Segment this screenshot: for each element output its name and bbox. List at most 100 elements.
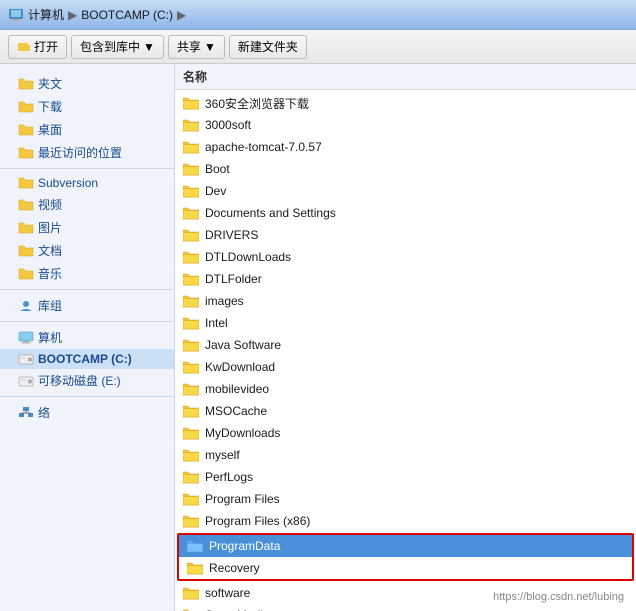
file-item-myself[interactable]: myself [175, 444, 636, 466]
folder-icon [18, 267, 34, 281]
share-button[interactable]: 共享 ▼ [168, 35, 225, 59]
sidebar-item-bootcamp[interactable]: BOOTCAMP (C:) [0, 349, 174, 369]
folder-icon [183, 184, 199, 198]
file-name: DTLFolder [205, 272, 262, 286]
folder-icon [187, 539, 203, 553]
file-item-recovery[interactable]: Recovery [179, 557, 632, 579]
file-name: software [205, 586, 250, 600]
file-name: MyDownloads [205, 426, 280, 440]
file-item-mobilevideo[interactable]: mobilevideo [175, 378, 636, 400]
file-item-kwdownload[interactable]: KwDownload [175, 356, 636, 378]
file-name: 360安全浏览器下载 [205, 95, 309, 112]
sidebar-label-computer: 算机 [38, 329, 62, 346]
sidebar-label-subversion: Subversion [38, 176, 98, 190]
toolbar: 打开 包含到库中 ▼ 共享 ▼ 新建文件夹 [0, 30, 636, 64]
sidebar-item-pictures[interactable]: 图片 [0, 216, 174, 239]
folder-icon [18, 198, 34, 212]
sidebar-item-folder[interactable]: 夹文 [0, 72, 174, 95]
file-item-java-software[interactable]: Java Software [175, 334, 636, 356]
include-library-button[interactable]: 包含到库中 ▼ [71, 35, 164, 59]
sidebar-item-subversion[interactable]: Subversion [0, 173, 174, 193]
file-item-mydownloads[interactable]: MyDownloads [175, 422, 636, 444]
sidebar-section-homegroup: 库组 [0, 294, 174, 317]
sidebar-item-documents[interactable]: 文档 [0, 239, 174, 262]
folder-icon [183, 338, 199, 352]
red-border-group: ProgramData Recovery [177, 533, 634, 581]
sidebar-label-music: 音乐 [38, 265, 62, 282]
folder-icon [18, 244, 34, 258]
folder-icon [18, 77, 34, 91]
folder-icon [183, 140, 199, 154]
file-item-program-files[interactable]: Program Files [175, 488, 636, 510]
computer-icon [18, 331, 34, 345]
sidebar-label-documents: 文档 [38, 242, 62, 259]
folder-icon [18, 221, 34, 235]
sidebar: 夹文 下载 桌面 最近访问的位置 Subversion [0, 64, 175, 611]
folder-icon [183, 294, 199, 308]
file-item-intel[interactable]: Intel [175, 312, 636, 334]
file-item-software[interactable]: software [175, 582, 636, 604]
sidebar-item-computer[interactable]: 算机 [0, 326, 174, 349]
sidebar-section-network: 络 [0, 401, 174, 424]
folder-icon [183, 514, 199, 528]
sidebar-item-removable[interactable]: 可移动磁盘 (E:) [0, 369, 174, 392]
folder-icon [183, 404, 199, 418]
file-item-images[interactable]: images [175, 290, 636, 312]
file-item-dtlfolder[interactable]: DTLFolder [175, 268, 636, 290]
file-item-programdata[interactable]: ProgramData [179, 535, 632, 557]
sidebar-item-downloads[interactable]: 下载 [0, 95, 174, 118]
folder-icon [187, 561, 203, 575]
file-name: 3000soft [205, 118, 251, 132]
open-button[interactable]: 打开 [8, 35, 67, 59]
content-area: 名称 360安全浏览器下载 3000soft apache-tomcat-7.0… [175, 64, 636, 611]
folder-icon [183, 96, 199, 110]
open-icon [17, 40, 31, 54]
file-item-3000soft[interactable]: 3000soft [175, 114, 636, 136]
file-name: myself [205, 448, 240, 462]
folder-icon [183, 426, 199, 440]
sidebar-section-computer: 算机 BOOTCAMP (C:) 可移动磁盘 (E:) [0, 326, 174, 392]
file-name: ProgramData [209, 539, 280, 553]
removable-drive-icon [18, 374, 34, 388]
new-folder-button[interactable]: 新建文件夹 [229, 35, 307, 59]
file-name: Java Software [205, 338, 281, 352]
homegroup-icon [18, 299, 34, 313]
folder-icon [183, 272, 199, 286]
folder-icon [183, 250, 199, 264]
share-dropdown-icon: ▼ [204, 40, 216, 54]
content-header: 名称 [175, 64, 636, 90]
file-item-stormmedia[interactable]: StormMedia [175, 604, 636, 611]
dropdown-arrow-icon: ▼ [143, 40, 155, 54]
folder-icon [183, 162, 199, 176]
breadcrumb-home[interactable]: 计算机 [28, 6, 64, 23]
file-item-dtldownloads[interactable]: DTLDownLoads [175, 246, 636, 268]
sidebar-label-videos: 视频 [38, 196, 62, 213]
file-item-boot[interactable]: Boot [175, 158, 636, 180]
file-item-perflogs[interactable]: PerfLogs [175, 466, 636, 488]
sidebar-label-recent: 最近访问的位置 [38, 144, 122, 161]
breadcrumb-sep-2: ▶ [177, 8, 186, 22]
file-name: Documents and Settings [205, 206, 336, 220]
sidebar-item-network[interactable]: 络 [0, 401, 174, 424]
folder-icon [183, 470, 199, 484]
folder-icon [183, 382, 199, 396]
file-item-tomcat[interactable]: apache-tomcat-7.0.57 [175, 136, 636, 158]
file-item-360[interactable]: 360安全浏览器下载 [175, 92, 636, 114]
sidebar-item-music[interactable]: 音乐 [0, 262, 174, 285]
main-layout: 夹文 下载 桌面 最近访问的位置 Subversion [0, 64, 636, 611]
network-icon [18, 406, 34, 420]
sidebar-label-network: 络 [38, 404, 50, 421]
file-name: KwDownload [205, 360, 275, 374]
sidebar-item-recent[interactable]: 最近访问的位置 [0, 141, 174, 164]
file-item-msocache[interactable]: MSOCache [175, 400, 636, 422]
title-bar: 计算机 ▶ BOOTCAMP (C:) ▶ [0, 0, 636, 30]
sidebar-item-videos[interactable]: 视频 [0, 193, 174, 216]
breadcrumb-drive[interactable]: BOOTCAMP (C:) [81, 8, 173, 22]
folder-icon [183, 586, 199, 600]
file-item-documents-settings[interactable]: Documents and Settings [175, 202, 636, 224]
file-item-dev[interactable]: Dev [175, 180, 636, 202]
file-item-drivers[interactable]: DRIVERS [175, 224, 636, 246]
sidebar-item-desktop[interactable]: 桌面 [0, 118, 174, 141]
file-item-program-files-x86[interactable]: Program Files (x86) [175, 510, 636, 532]
sidebar-item-homegroup[interactable]: 库组 [0, 294, 174, 317]
